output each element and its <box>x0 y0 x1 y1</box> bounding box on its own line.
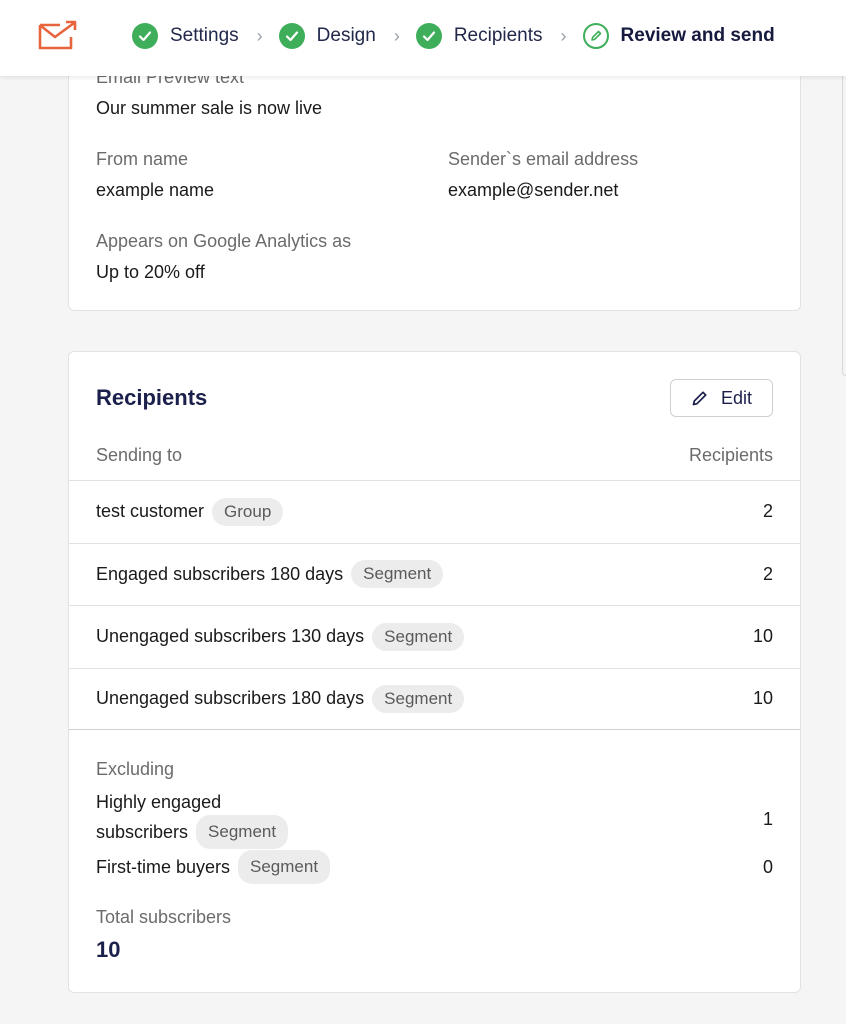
excluded-count: 1 <box>762 808 773 829</box>
edit-button-label: Edit <box>720 387 753 408</box>
row-name: Engaged subscribers 180 days <box>96 563 344 584</box>
from-name-value: example name <box>96 180 215 200</box>
recipients-card: Recipients Edit Sending to Recipients te… <box>68 351 801 993</box>
type-badge: Segment <box>351 560 444 589</box>
row-name: test customer <box>96 501 205 522</box>
table-row: Unengaged subscribers 180 days Segment 1… <box>69 667 800 730</box>
pencil-icon <box>582 23 609 49</box>
type-badge: Segment <box>238 850 331 884</box>
check-icon <box>132 23 158 49</box>
excluded-name: First-time buyers <box>96 857 231 877</box>
type-badge: Segment <box>372 622 465 651</box>
step-label: Recipients <box>453 25 543 46</box>
table-row: Engaged subscribers 180 days Segment 2 <box>69 542 800 606</box>
recipients-table: test customer Group 2 Engaged subscriber… <box>69 480 800 730</box>
excluded-count: 0 <box>762 856 773 877</box>
wizard-steps: Settings › Design › Recipients › Review … <box>132 22 775 50</box>
step-recipients[interactable]: Recipients <box>415 23 543 49</box>
total-subscribers-value: 10 <box>96 937 121 962</box>
row-count: 10 <box>752 626 773 647</box>
email-details-card: Email Preview text Our summer sale is no… <box>68 40 801 311</box>
excluding-label: Excluding <box>96 759 175 779</box>
row-count: 10 <box>752 688 773 709</box>
analytics-value: Up to 20% off <box>96 262 205 282</box>
excluded-item: First-time buyers Segment 0 <box>96 850 773 884</box>
table-row: Unengaged subscribers 130 days Segment 1… <box>69 605 800 668</box>
row-name: Unengaged subscribers 130 days <box>96 626 365 647</box>
check-icon <box>415 23 442 49</box>
step-label: Settings <box>170 25 239 46</box>
check-icon <box>278 23 305 49</box>
sender-email-value: example@sender.net <box>448 180 619 200</box>
type-badge: Segment <box>196 815 289 849</box>
analytics-label: Appears on Google Analytics as <box>96 231 352 251</box>
column-header-recipients: Recipients <box>688 445 773 465</box>
type-badge: Group <box>212 497 284 526</box>
type-badge: Segment <box>372 684 465 713</box>
scrollbar[interactable] <box>842 76 846 376</box>
row-name: Unengaged subscribers 180 days <box>96 688 365 709</box>
step-settings[interactable]: Settings <box>132 23 239 49</box>
table-row: test customer Group 2 <box>69 480 800 543</box>
column-header-sending-to: Sending to <box>96 445 183 465</box>
step-design[interactable]: Design <box>278 23 376 49</box>
step-label: Review and send <box>620 25 775 46</box>
chevron-right-icon: › <box>393 25 400 46</box>
preview-text-value: Our summer sale is now live <box>96 98 323 118</box>
recipients-title: Recipients <box>96 385 208 410</box>
step-label: Design <box>316 25 376 46</box>
top-bar: Settings › Design › Recipients › Review … <box>0 0 846 76</box>
chevron-right-icon: › <box>560 25 567 46</box>
row-count: 2 <box>762 563 773 584</box>
edit-button[interactable]: Edit <box>670 379 773 417</box>
chevron-right-icon: › <box>256 25 263 46</box>
from-name-label: From name <box>96 149 189 169</box>
excluded-item: Highly engaged subscribers Segment 1 <box>96 789 773 849</box>
excluded-name-line1: Highly engaged <box>96 792 222 812</box>
total-subscribers-label: Total subscribers <box>96 907 232 927</box>
excluded-name-line2: subscribers <box>96 822 189 842</box>
logo-icon[interactable] <box>38 20 78 50</box>
step-review-and-send[interactable]: Review and send <box>582 23 775 49</box>
pencil-icon <box>692 391 707 406</box>
sender-email-label: Sender`s email address <box>448 149 639 169</box>
row-count: 2 <box>762 501 773 522</box>
